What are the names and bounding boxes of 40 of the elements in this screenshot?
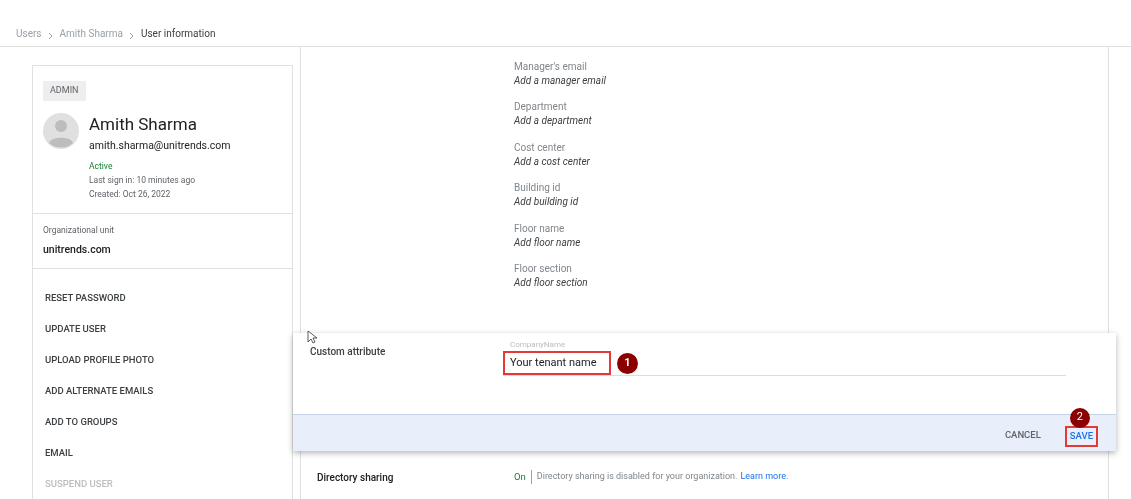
- field-label: Floor name: [514, 221, 566, 235]
- directory-sharing-label: Directory sharing: [316, 470, 395, 485]
- role-badge: ADMIN: [43, 81, 86, 101]
- step-badge: 2: [1069, 407, 1090, 428]
- field-placeholder[interactable]: Add a manager email: [514, 73, 1108, 88]
- action-link[interactable]: EMAIL: [45, 438, 280, 469]
- action-link[interactable]: UPLOAD PROFILE PHOTO: [45, 345, 280, 376]
- sharing-state: On: [514, 469, 532, 485]
- last-sign-in: Last sign in: 10 minutes ago: [89, 174, 197, 187]
- action-link[interactable]: ADD ALTERNATE EMAILS: [45, 376, 280, 407]
- field-label: Manager's email: [514, 60, 588, 73]
- dialog-title: Custom attribute: [310, 345, 386, 359]
- field-placeholder[interactable]: Add building id: [514, 194, 1108, 210]
- action-link[interactable]: ADD TO GROUPS: [45, 407, 280, 438]
- field-label: Cost center: [514, 140, 567, 154]
- org-unit-label: Organizational unit: [43, 223, 116, 237]
- action-link[interactable]: RESET PASSWORD: [45, 283, 280, 314]
- breadcrumb-item: User information: [140, 27, 216, 41]
- field-label: Floor section: [514, 261, 573, 275]
- sharing-description: Directory sharing is disabled for your organization.: [535, 470, 738, 484]
- chevron-icon: [47, 32, 54, 40]
- field-label: CompanyName: [509, 339, 567, 351]
- user-status: Active: [89, 160, 114, 173]
- cancel-button[interactable]: CANCEL: [1004, 428, 1041, 443]
- field-placeholder[interactable]: Add floor section: [514, 274, 1108, 290]
- field-label: Department: [514, 100, 568, 114]
- field-placeholder[interactable]: Add a department: [514, 113, 1108, 129]
- user-name: Amith Sharma: [89, 112, 198, 135]
- learn-more-link[interactable]: Learn more.: [737, 470, 789, 484]
- created-date: Created: Oct 26, 2022: [89, 187, 172, 201]
- field-label: Building id: [514, 181, 562, 195]
- input-field[interactable]: Your tenant name: [503, 351, 611, 375]
- avatar-icon: [43, 112, 79, 149]
- user-email: amith.sharma@unitrends.com: [89, 137, 231, 154]
- step-badge: 1: [617, 352, 638, 374]
- org-unit-value: unitrends.com: [43, 242, 112, 258]
- action-link[interactable]: UPDATE USER: [45, 314, 280, 345]
- field-placeholder[interactable]: Add a cost center: [514, 153, 1108, 169]
- chevron-icon: [128, 32, 135, 40]
- field-placeholder[interactable]: Add floor name: [514, 234, 1108, 250]
